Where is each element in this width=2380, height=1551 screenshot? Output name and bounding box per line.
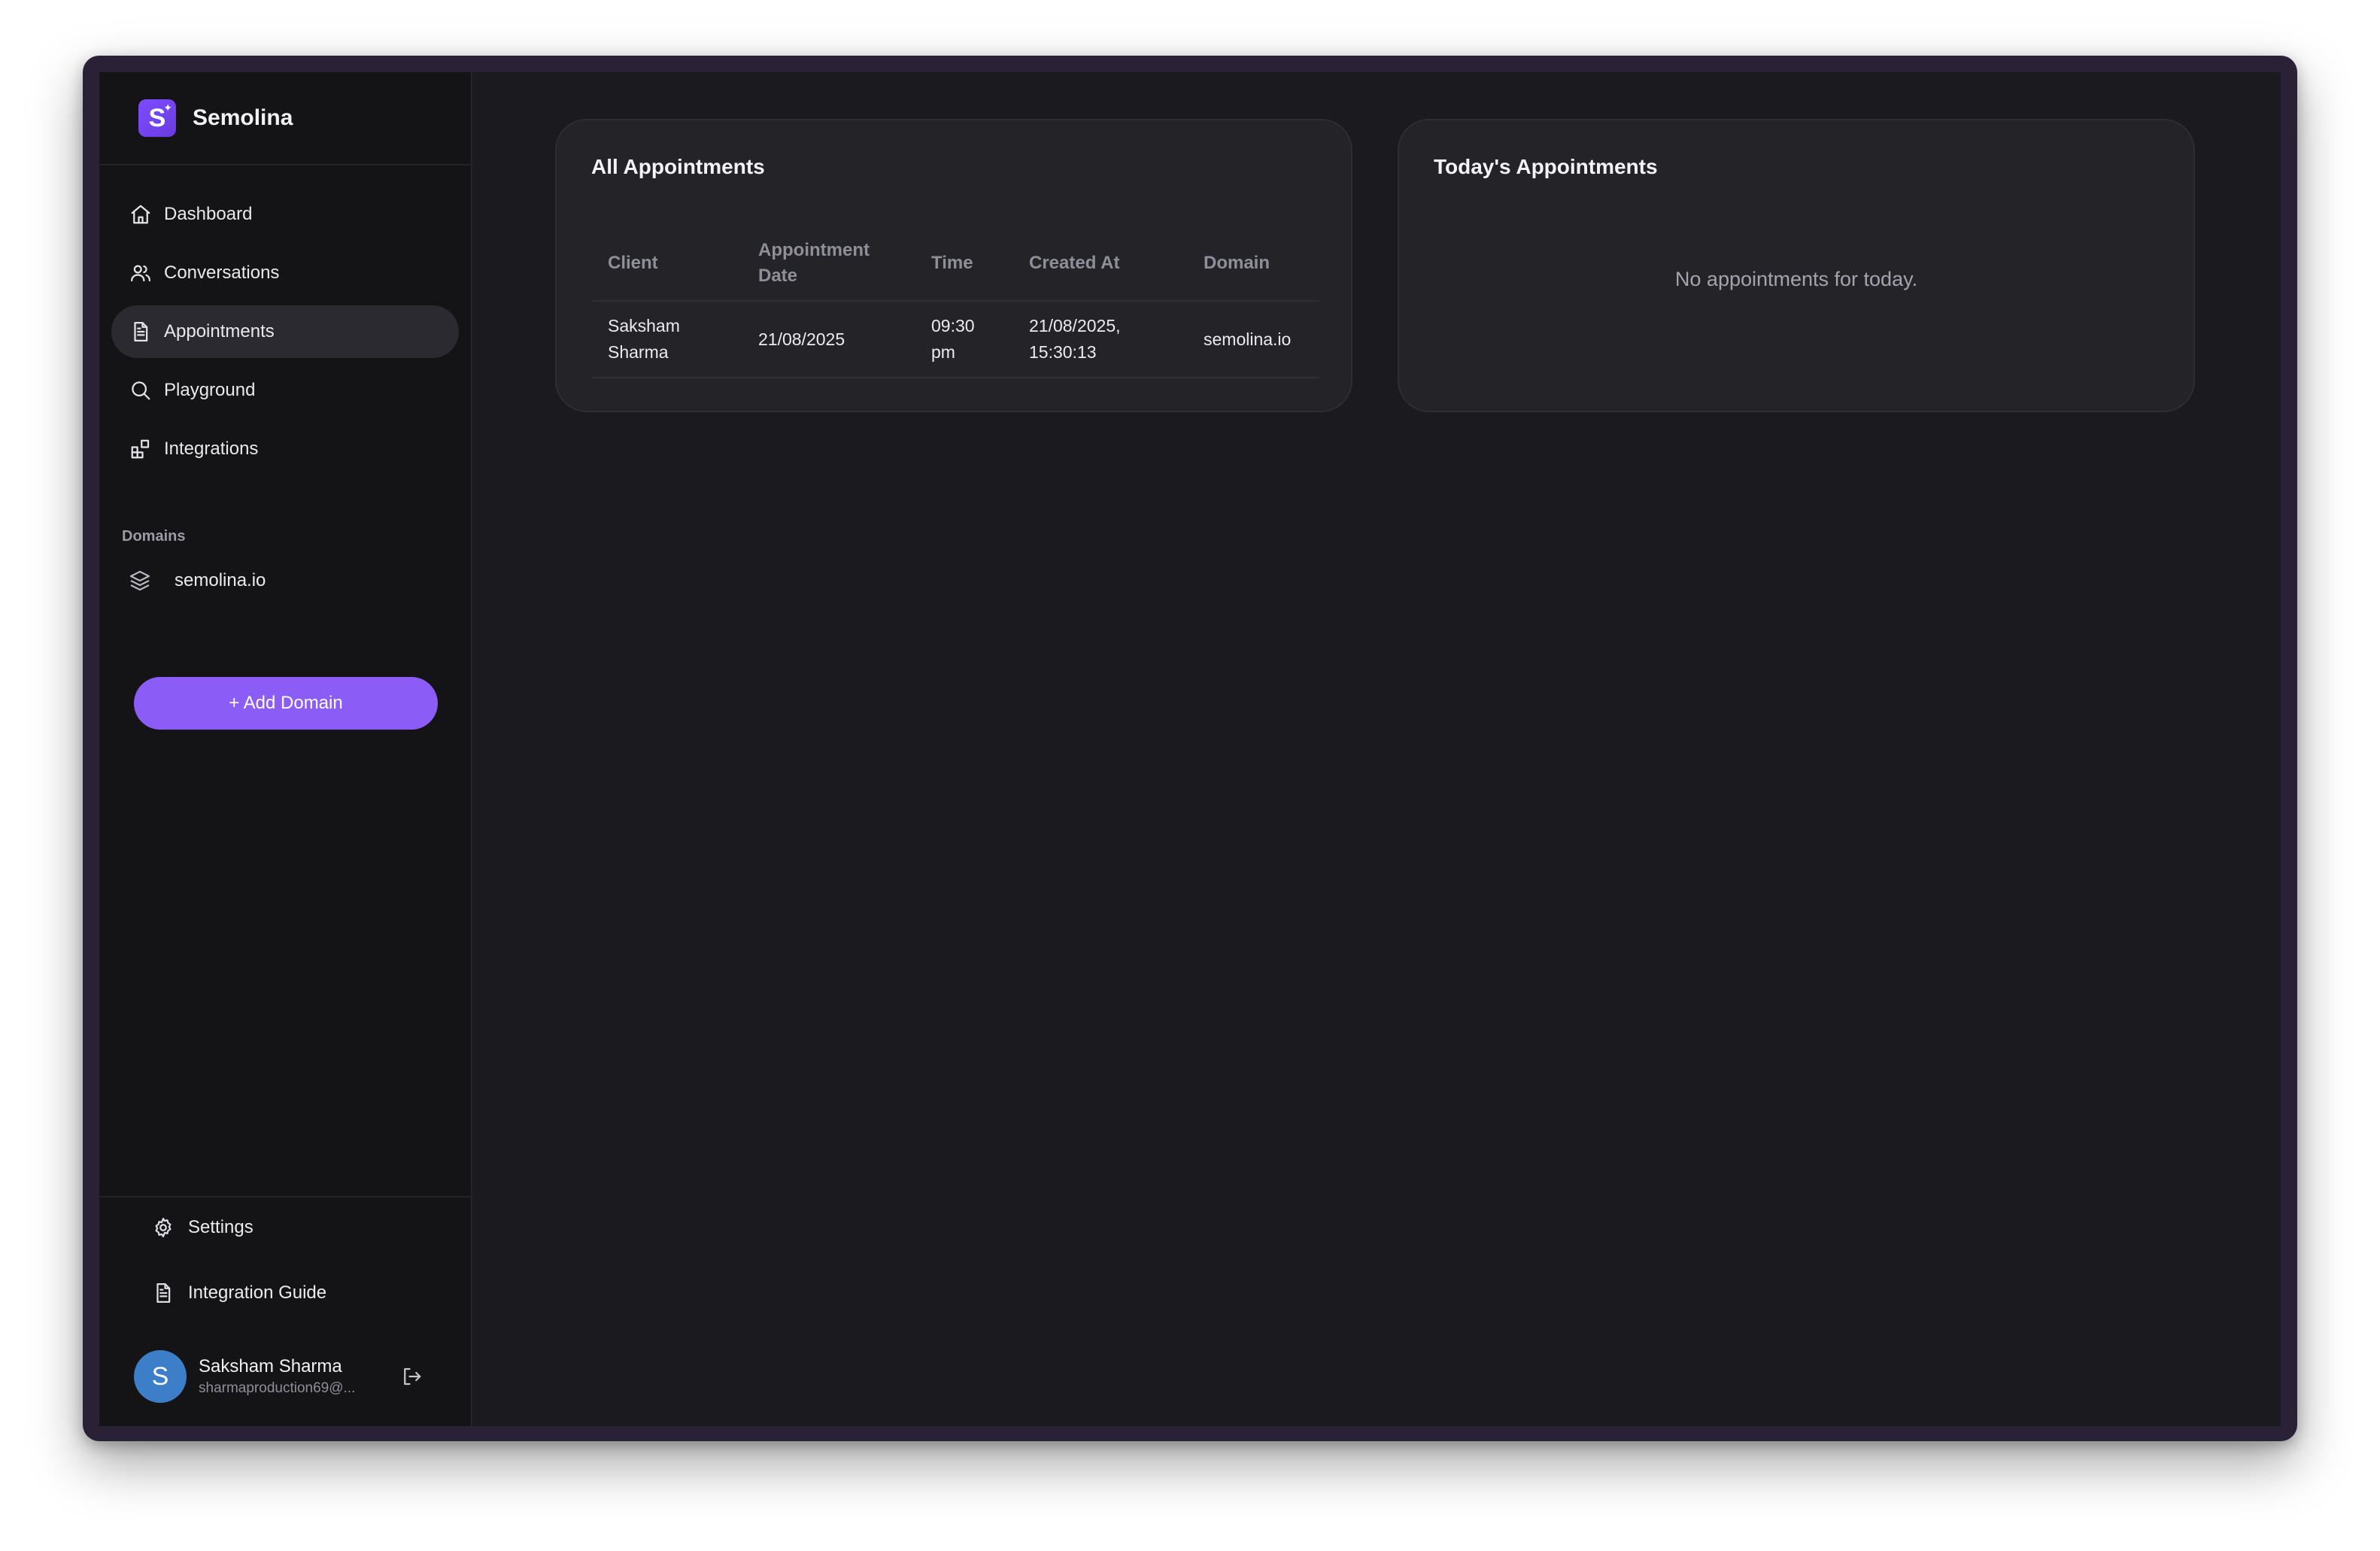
main-content: All Appointments Client Appointment Date… bbox=[472, 72, 2281, 1426]
sidebar-item-label: Conversations bbox=[164, 263, 280, 283]
sidebar-nav: Dashboard Conversations Appointments Pla… bbox=[99, 165, 471, 475]
logo-icon: S ✦ bbox=[138, 99, 176, 137]
settings-link[interactable]: Settings bbox=[99, 1197, 471, 1258]
users-icon bbox=[131, 265, 150, 282]
user-profile: S Saksham Sharma sharmaproduction69@... bbox=[134, 1349, 441, 1404]
cell-domain: semolina.io bbox=[1187, 301, 1319, 378]
logout-button[interactable] bbox=[400, 1365, 423, 1388]
integrations-icon bbox=[131, 439, 150, 459]
add-domain-button[interactable]: + Add Domain bbox=[134, 677, 438, 730]
empty-state-message: No appointments for today. bbox=[1674, 268, 1918, 290]
integration-guide-link[interactable]: Integration Guide bbox=[99, 1267, 471, 1319]
user-info: Saksham Sharma sharmaproduction69@... bbox=[199, 1356, 379, 1397]
home-icon bbox=[131, 205, 150, 224]
integration-guide-label: Integration Guide bbox=[188, 1282, 327, 1303]
sidebar: S ✦ Semolina Dashboard Conversations App… bbox=[99, 72, 472, 1426]
sidebar-item-label: Integrations bbox=[164, 439, 259, 459]
cell-created-at: 21/08/2025, 15:30:13 bbox=[1012, 301, 1187, 378]
document-icon bbox=[156, 1283, 171, 1303]
sidebar-item-playground[interactable]: Playground bbox=[111, 364, 459, 417]
sidebar-footer: Settings Integration Guide S Saksham Sha… bbox=[99, 1196, 471, 1426]
cell-time: 09:30 pm bbox=[915, 301, 1012, 378]
todays-appointments-card: Today's Appointments No appointments for… bbox=[1398, 119, 2195, 412]
table-header-row: Client Appointment Date Time Created At … bbox=[591, 226, 1319, 302]
sidebar-item-integrations[interactable]: Integrations bbox=[111, 423, 459, 475]
app-window: S ✦ Semolina Dashboard Conversations App… bbox=[83, 56, 2297, 1441]
domain-label: semolina.io bbox=[175, 570, 266, 590]
settings-label: Settings bbox=[188, 1217, 253, 1237]
cell-date: 21/08/2025 bbox=[742, 301, 915, 378]
sparkle-icon: ✦ bbox=[163, 102, 172, 114]
sidebar-item-label: Appointments bbox=[164, 321, 275, 341]
column-header: Created At bbox=[1012, 226, 1187, 302]
sidebar-item-dashboard[interactable]: Dashboard bbox=[111, 188, 459, 241]
column-header: Appointment Date bbox=[742, 226, 915, 302]
sidebar-item-label: Dashboard bbox=[164, 204, 253, 224]
sidebar-item-label: Playground bbox=[164, 380, 256, 400]
card-title: All Appointments bbox=[591, 155, 765, 178]
user-email: sharmaproduction69@... bbox=[199, 1380, 356, 1396]
cell-client: Saksham Sharma bbox=[591, 301, 742, 378]
document-icon bbox=[134, 322, 148, 341]
gear-icon bbox=[155, 1218, 172, 1237]
domains-heading: Domains bbox=[122, 528, 186, 545]
layers-icon bbox=[129, 570, 150, 591]
brand[interactable]: S ✦ Semolina bbox=[99, 72, 471, 165]
appointments-table: Client Appointment Date Time Created At … bbox=[591, 226, 1319, 378]
column-header: Domain bbox=[1187, 226, 1319, 302]
app-name: Semolina bbox=[193, 105, 293, 130]
column-header: Client bbox=[591, 226, 742, 302]
all-appointments-card: All Appointments Client Appointment Date… bbox=[555, 119, 1352, 412]
search-icon bbox=[132, 381, 150, 400]
app-frame: S ✦ Semolina Dashboard Conversations App… bbox=[99, 72, 2281, 1426]
domain-item-semolina[interactable]: semolina.io bbox=[99, 554, 471, 607]
sidebar-item-appointments[interactable]: Appointments bbox=[111, 305, 459, 358]
column-header: Time bbox=[915, 226, 1012, 302]
card-title: Today's Appointments bbox=[1434, 155, 1658, 178]
table-row[interactable]: Saksham Sharma 21/08/2025 09:30 pm 21/08… bbox=[591, 301, 1319, 378]
sidebar-item-conversations[interactable]: Conversations bbox=[111, 247, 459, 299]
logout-icon bbox=[404, 1367, 421, 1386]
user-name: Saksham Sharma bbox=[199, 1356, 342, 1376]
avatar[interactable]: S bbox=[134, 1350, 187, 1403]
